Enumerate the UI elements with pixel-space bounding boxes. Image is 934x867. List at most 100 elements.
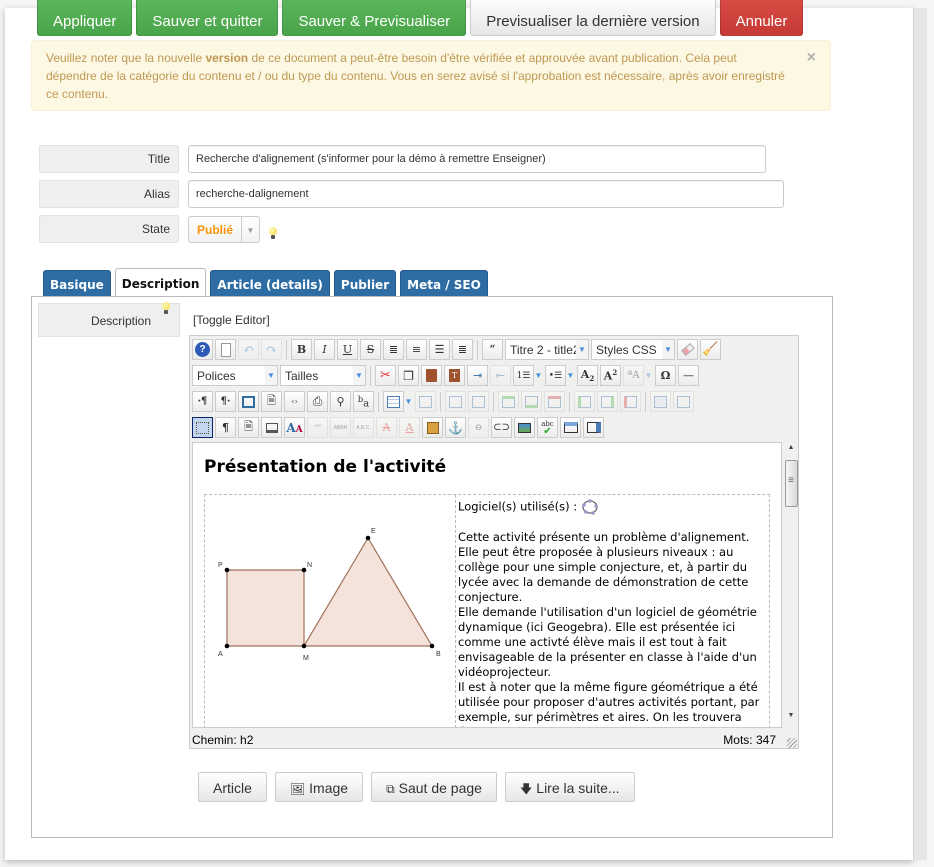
chevron-down-icon[interactable]: ▼ bbox=[404, 391, 413, 412]
element-path[interactable]: Chemin: h2 bbox=[192, 733, 253, 747]
blockquote-icon[interactable]: “ bbox=[482, 339, 503, 360]
title-input[interactable] bbox=[188, 145, 766, 173]
strikethrough-icon[interactable]: S bbox=[360, 339, 381, 360]
outdent-icon[interactable]: ⇤ bbox=[490, 365, 511, 386]
tab-description[interactable]: Description bbox=[114, 268, 207, 297]
template-icon[interactable]: 🗎 bbox=[238, 417, 259, 438]
show-blocks-icon[interactable]: ¶ bbox=[215, 417, 236, 438]
table-cell-props-icon[interactable] bbox=[468, 391, 489, 412]
toggle-editor-link[interactable]: [Toggle Editor] bbox=[193, 313, 270, 327]
insert-table-icon[interactable] bbox=[383, 391, 404, 412]
insert-col-before-icon[interactable] bbox=[574, 391, 595, 412]
special-char-icon[interactable]: Ω bbox=[655, 365, 676, 386]
apply-button[interactable]: Appliquer bbox=[37, 0, 133, 36]
copy-icon[interactable]: ❐ bbox=[398, 365, 419, 386]
scroll-up-icon[interactable]: ▲ bbox=[784, 444, 798, 458]
source-code-icon[interactable]: ‹› bbox=[284, 391, 305, 412]
delete-col-icon[interactable] bbox=[620, 391, 641, 412]
tab-meta-seo[interactable]: Meta / SEO bbox=[400, 270, 488, 297]
save-preview-button[interactable]: Sauver & Previsualiser bbox=[282, 0, 467, 36]
insert-layer-icon[interactable] bbox=[261, 417, 282, 438]
tab-basique[interactable]: Basique bbox=[43, 270, 111, 297]
spellcheck-icon[interactable]: abc ✔ bbox=[537, 417, 558, 438]
search-icon[interactable]: ⚲ bbox=[330, 391, 351, 412]
split-cells-icon[interactable] bbox=[650, 391, 671, 412]
delete-text-icon[interactable]: A bbox=[376, 417, 397, 438]
editor-scrollbar[interactable]: ▲ ▼ bbox=[784, 442, 798, 728]
unlink-icon[interactable]: ⊖ bbox=[468, 417, 489, 438]
align-center-icon[interactable]: ≡ bbox=[406, 339, 427, 360]
read-more-button[interactable]: 🡇 Lire la suite... bbox=[504, 772, 635, 802]
new-document-icon[interactable] bbox=[215, 339, 236, 360]
cleanup-broom-icon[interactable]: 🧹 bbox=[700, 339, 721, 360]
scroll-down-icon[interactable]: ▼ bbox=[784, 712, 798, 726]
unordered-list-icon[interactable]: •☰ bbox=[545, 365, 566, 386]
align-right-icon[interactable]: ≣ bbox=[452, 339, 473, 360]
insert-row-before-icon[interactable] bbox=[498, 391, 519, 412]
fullscreen-icon[interactable] bbox=[238, 391, 259, 412]
size-select[interactable]: Tailles ▼ bbox=[280, 365, 366, 386]
paste-icon[interactable] bbox=[421, 365, 442, 386]
preview-icon[interactable]: 🗎 bbox=[261, 391, 282, 412]
insert-col-after-icon[interactable] bbox=[597, 391, 618, 412]
save-close-button[interactable]: Sauver et quitter bbox=[136, 0, 279, 36]
align-left-icon[interactable]: ☰ bbox=[429, 339, 450, 360]
delete-table-icon[interactable] bbox=[415, 391, 436, 412]
superscript-icon[interactable]: A2 bbox=[600, 365, 621, 386]
lightbulb-icon[interactable] bbox=[161, 302, 171, 316]
text-color-icon[interactable]: ªA bbox=[623, 365, 644, 386]
subscript-icon[interactable]: A2 bbox=[577, 365, 598, 386]
replace-icon[interactable]: ba bbox=[353, 391, 374, 412]
attributes-icon[interactable] bbox=[422, 417, 443, 438]
insert-image-icon[interactable] bbox=[514, 417, 535, 438]
tab-article-details[interactable]: Article (details) bbox=[210, 270, 330, 297]
insert-text-icon[interactable]: A bbox=[399, 417, 420, 438]
resize-grip-icon[interactable] bbox=[787, 738, 797, 748]
merge-cells-icon[interactable] bbox=[673, 391, 694, 412]
preview-last-version-button[interactable]: Previsualiser la dernière version bbox=[470, 0, 716, 36]
chevron-down-icon[interactable]: ▼ bbox=[644, 365, 653, 386]
horizontal-rule-icon[interactable]: — bbox=[678, 365, 699, 386]
tab-publier[interactable]: Publier bbox=[333, 270, 397, 297]
abbr-icon[interactable]: ABBR bbox=[330, 417, 351, 438]
alias-input[interactable] bbox=[188, 180, 784, 208]
link-icon[interactable]: ⊂⊃ bbox=[491, 417, 512, 438]
cancel-button[interactable]: Annuler bbox=[719, 0, 804, 36]
scroll-thumb[interactable] bbox=[785, 460, 798, 507]
page-scrollbar-track[interactable] bbox=[913, 8, 927, 860]
rtl-icon[interactable]: ¶· bbox=[215, 391, 236, 412]
redo-icon[interactable]: ↷ bbox=[261, 339, 282, 360]
insert-image-button[interactable]: 🖼 Image bbox=[274, 772, 364, 802]
sidebar-layout-icon[interactable] bbox=[583, 417, 604, 438]
undo-icon[interactable]: ↶ bbox=[238, 339, 259, 360]
insert-article-button[interactable]: Article bbox=[198, 772, 267, 802]
align-justify-icon[interactable]: ≣ bbox=[383, 339, 404, 360]
lightbulb-icon[interactable] bbox=[268, 227, 278, 241]
cite-icon[interactable]: “” bbox=[307, 417, 328, 438]
paste-text-icon[interactable]: T bbox=[444, 365, 465, 386]
format-select[interactable]: Titre 2 - title2 ▼ bbox=[505, 339, 589, 360]
acronym-icon[interactable]: A.B.C. bbox=[353, 417, 374, 438]
font-select[interactable]: Polices ▼ bbox=[192, 365, 278, 386]
underline-icon[interactable]: U bbox=[337, 339, 358, 360]
bold-icon[interactable]: B bbox=[291, 339, 312, 360]
insert-hr-block-icon[interactable] bbox=[560, 417, 581, 438]
indent-icon[interactable]: ⇥ bbox=[467, 365, 488, 386]
anchor-icon[interactable]: ⚓ bbox=[445, 417, 466, 438]
page-break-button[interactable]: ⧉ Saut de page bbox=[371, 772, 497, 802]
styles-select[interactable]: Styles CSS ▼ bbox=[591, 339, 675, 360]
insert-row-after-icon[interactable] bbox=[521, 391, 542, 412]
state-select[interactable]: Publié ▼ bbox=[188, 215, 261, 243]
editor-content-area[interactable]: Présentation de l'activité P N E A M B Logici… bbox=[192, 442, 782, 728]
print-icon[interactable]: ⎙ bbox=[307, 391, 328, 412]
chevron-down-icon[interactable]: ▼ bbox=[534, 365, 543, 386]
ordered-list-icon[interactable]: 1☰ bbox=[513, 365, 534, 386]
chevron-down-icon[interactable]: ▼ bbox=[566, 365, 575, 386]
help-icon[interactable]: ? bbox=[192, 339, 213, 360]
eraser-icon[interactable] bbox=[677, 339, 698, 360]
visual-aid-icon[interactable] bbox=[192, 417, 213, 438]
cut-icon[interactable]: ✂ bbox=[375, 365, 396, 386]
delete-row-icon[interactable] bbox=[544, 391, 565, 412]
ltr-icon[interactable]: ·¶ bbox=[192, 391, 213, 412]
close-icon[interactable]: × bbox=[807, 49, 816, 67]
